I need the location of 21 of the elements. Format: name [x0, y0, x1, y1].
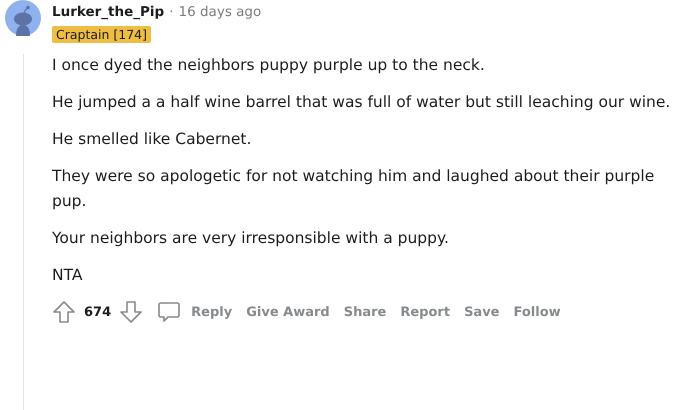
vote-count: 674 [84, 304, 112, 320]
comment-icon[interactable] [157, 300, 182, 324]
username[interactable]: Lurker_the_Pip [52, 4, 164, 20]
upvote-icon[interactable] [52, 300, 76, 324]
separator: · [169, 4, 174, 20]
comment-paragraph: I once dyed the neighbors puppy purple up to the neck. [52, 55, 486, 76]
action-button[interactable]: Report [396, 300, 454, 324]
user-flair: Craptain [174] [52, 26, 152, 43]
comment-paragraph: They were so apologetic for not watching him and laughed about their purple pup. [52, 166, 656, 212]
action-button[interactable]: Reply [187, 300, 236, 324]
comment-paragraph: He smelled like Cabernet. [52, 129, 252, 150]
action-button[interactable]: Save [460, 300, 504, 324]
timestamp: 16 days ago [178, 4, 262, 20]
action-button[interactable]: Give Award [242, 300, 334, 324]
action-button[interactable]: Share [340, 300, 390, 324]
comment-paragraph: NTA [52, 265, 84, 286]
comment-paragraph: He jumped a a half wine barrel that was full of water but still leaching our wine. [52, 92, 672, 113]
action-button[interactable]: Follow [510, 300, 565, 324]
avatar-icon [5, 0, 41, 36]
comment-paragraph: Your neighbors are very irresponsible with a puppy. [52, 228, 450, 249]
downvote-icon[interactable] [119, 300, 144, 324]
